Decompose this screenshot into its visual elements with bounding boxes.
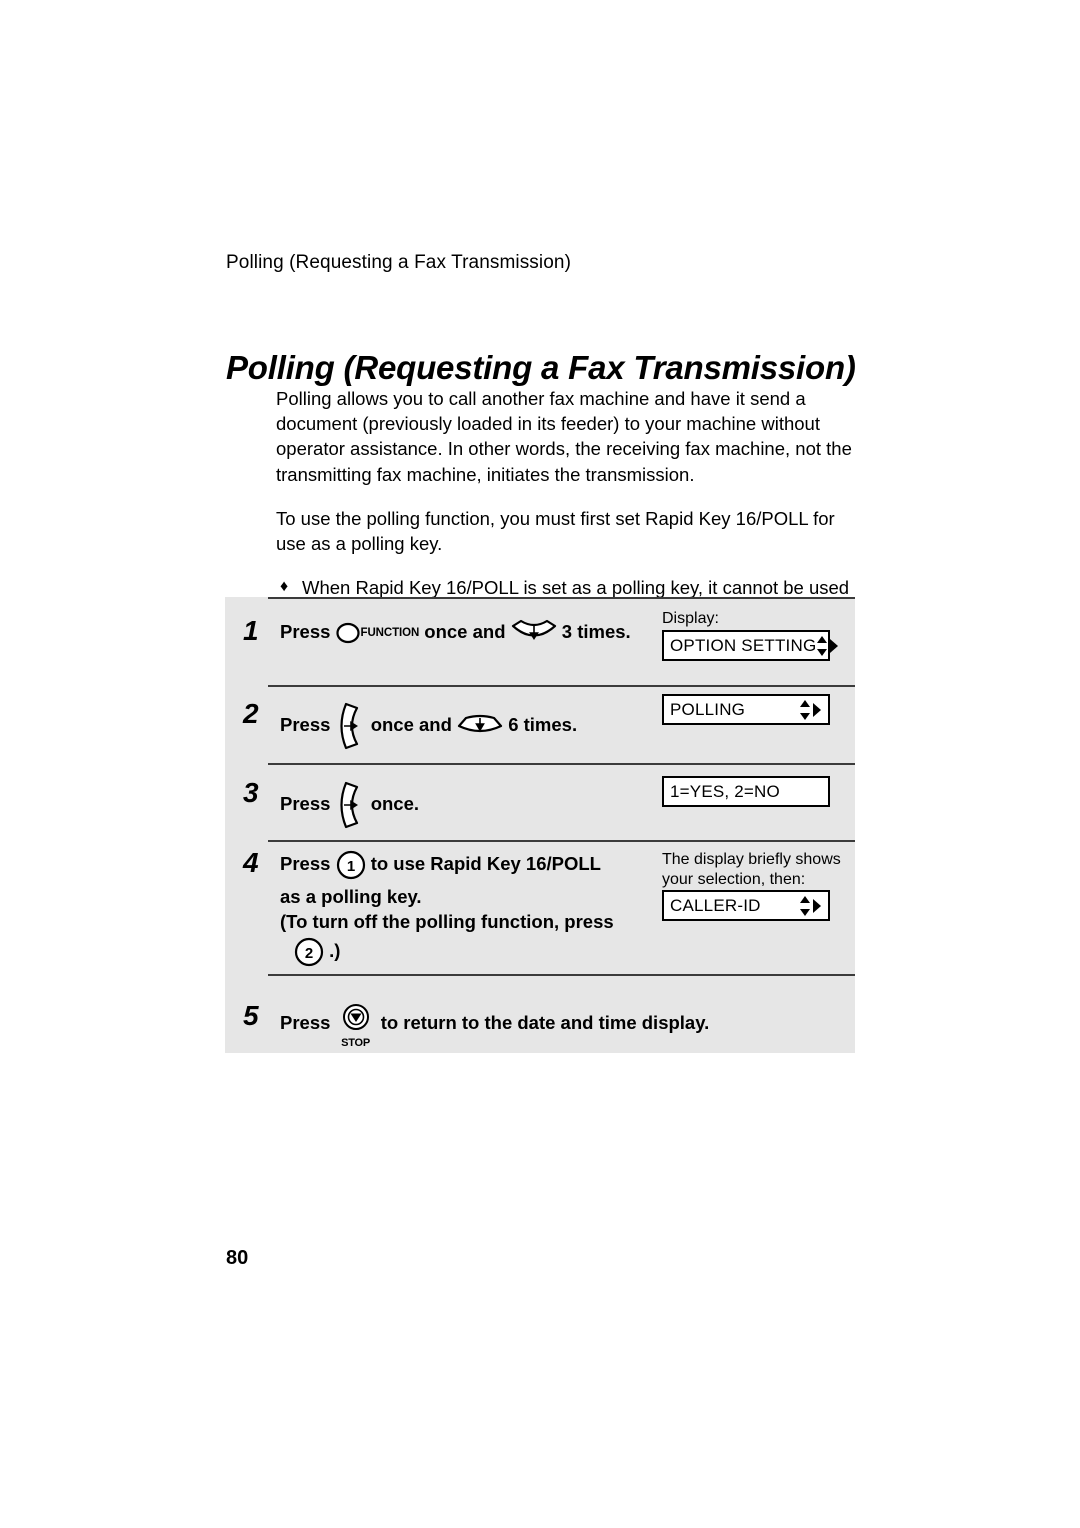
up-down-arrow-icon (800, 895, 810, 916)
svg-text:2: 2 (305, 945, 313, 962)
step-text-middle: once and (370, 713, 452, 735)
step-text-middle: once and (424, 620, 506, 642)
right-arrow-icon (813, 898, 821, 913)
steps-panel: 1 Press FUNCTION once and 3 times. Displ… (225, 597, 855, 1053)
step-number: 3 (243, 777, 259, 808)
intro-paragraph-2: To use the polling function, you must fi… (276, 507, 835, 555)
lcd-display: CALLER-ID (662, 890, 830, 921)
step-divider (268, 763, 855, 765)
lcd-text: OPTION SETTING (670, 635, 817, 655)
right-arrow-icon (830, 638, 839, 653)
step-instruction: Press STOP to return to the date and tim… (280, 1003, 710, 1049)
step-divider (268, 840, 855, 842)
function-round-key-icon[interactable] (335, 621, 360, 645)
lcd-text: 1=YES, 2=NO (670, 781, 780, 801)
numeric-key-2-icon[interactable]: 2 (294, 937, 324, 967)
step-divider (268, 597, 855, 599)
step-text-after: 6 times. (508, 713, 578, 735)
function-key-label: FUNCTION (360, 626, 420, 639)
step-number: 5 (243, 1000, 259, 1031)
down-arrow-rocker-key-icon[interactable] (511, 618, 557, 648)
step-line-2: as a polling key. (280, 886, 422, 907)
lcd-arrow-indicators (799, 699, 822, 721)
step-text-before: Press (280, 713, 331, 735)
svg-text:1: 1 (346, 858, 354, 875)
step-text-after: to return to the date and time display. (380, 1011, 710, 1033)
diamond-bullet-icon: ♦ (280, 578, 289, 596)
step-line-1: Press 1 to use Rapid Key 16/POLL (280, 850, 640, 880)
intro-section: Polling allows you to call another fax m… (276, 386, 862, 626)
step-line-4-text: .) (329, 939, 341, 961)
running-header: Polling (Requesting a Fax Transmission) (226, 252, 571, 273)
down-arrow-rocker-key-icon[interactable] (457, 713, 503, 739)
lcd-arrow-indicators (816, 635, 839, 657)
step-instruction: Press once and 6 times. (280, 702, 577, 750)
step-instruction: Press once. (280, 781, 419, 829)
step-text-before: Press (280, 792, 331, 814)
step-divider (268, 974, 855, 976)
right-arrow-icon (813, 702, 821, 717)
right-arrow-rocker-key-icon[interactable] (336, 702, 366, 750)
stop-key-label: STOP (341, 1037, 371, 1049)
step-text-after: 3 times. (561, 620, 631, 642)
step-line-3: (To turn off the polling function, press (280, 911, 614, 932)
step-text-before: Press (280, 852, 331, 874)
stop-key-icon[interactable]: STOP (336, 1003, 376, 1049)
page-number: 80 (226, 1247, 249, 1269)
lcd-text: CALLER-ID (670, 895, 761, 915)
step-line-4: 2 .) (280, 937, 640, 967)
step-line-1-text: to use Rapid Key 16/POLL (370, 852, 601, 874)
right-arrow-rocker-key-icon[interactable] (336, 781, 366, 829)
lcd-display: OPTION SETTING (662, 630, 839, 661)
step-divider (268, 685, 855, 687)
display-note: The display briefly shows your selection… (662, 851, 841, 888)
step-text-before: Press (280, 620, 331, 642)
up-down-arrow-icon (800, 699, 810, 720)
step-number: 4 (243, 847, 259, 878)
step-number: 1 (243, 615, 259, 646)
up-down-arrow-icon (817, 635, 828, 656)
numeric-key-1-icon[interactable]: 1 (336, 850, 366, 880)
step-text-before: Press (280, 1011, 331, 1033)
step-text-after: once. (370, 792, 420, 814)
step-number: 2 (243, 698, 259, 729)
step-instruction: Press 1 to use Rapid Key 16/POLL as a po… (280, 850, 640, 967)
page-title: Polling (Requesting a Fax Transmission) (226, 349, 856, 387)
lcd-display: POLLING (662, 694, 830, 725)
intro-paragraph-1: Polling allows you to call another fax m… (276, 388, 852, 485)
lcd-arrow-indicators (799, 895, 822, 917)
step-instruction: Press FUNCTION once and 3 times. (280, 618, 631, 648)
display-note: Display: (662, 610, 719, 627)
lcd-text: POLLING (670, 699, 746, 719)
lcd-display: 1=YES, 2=NO (662, 776, 830, 807)
